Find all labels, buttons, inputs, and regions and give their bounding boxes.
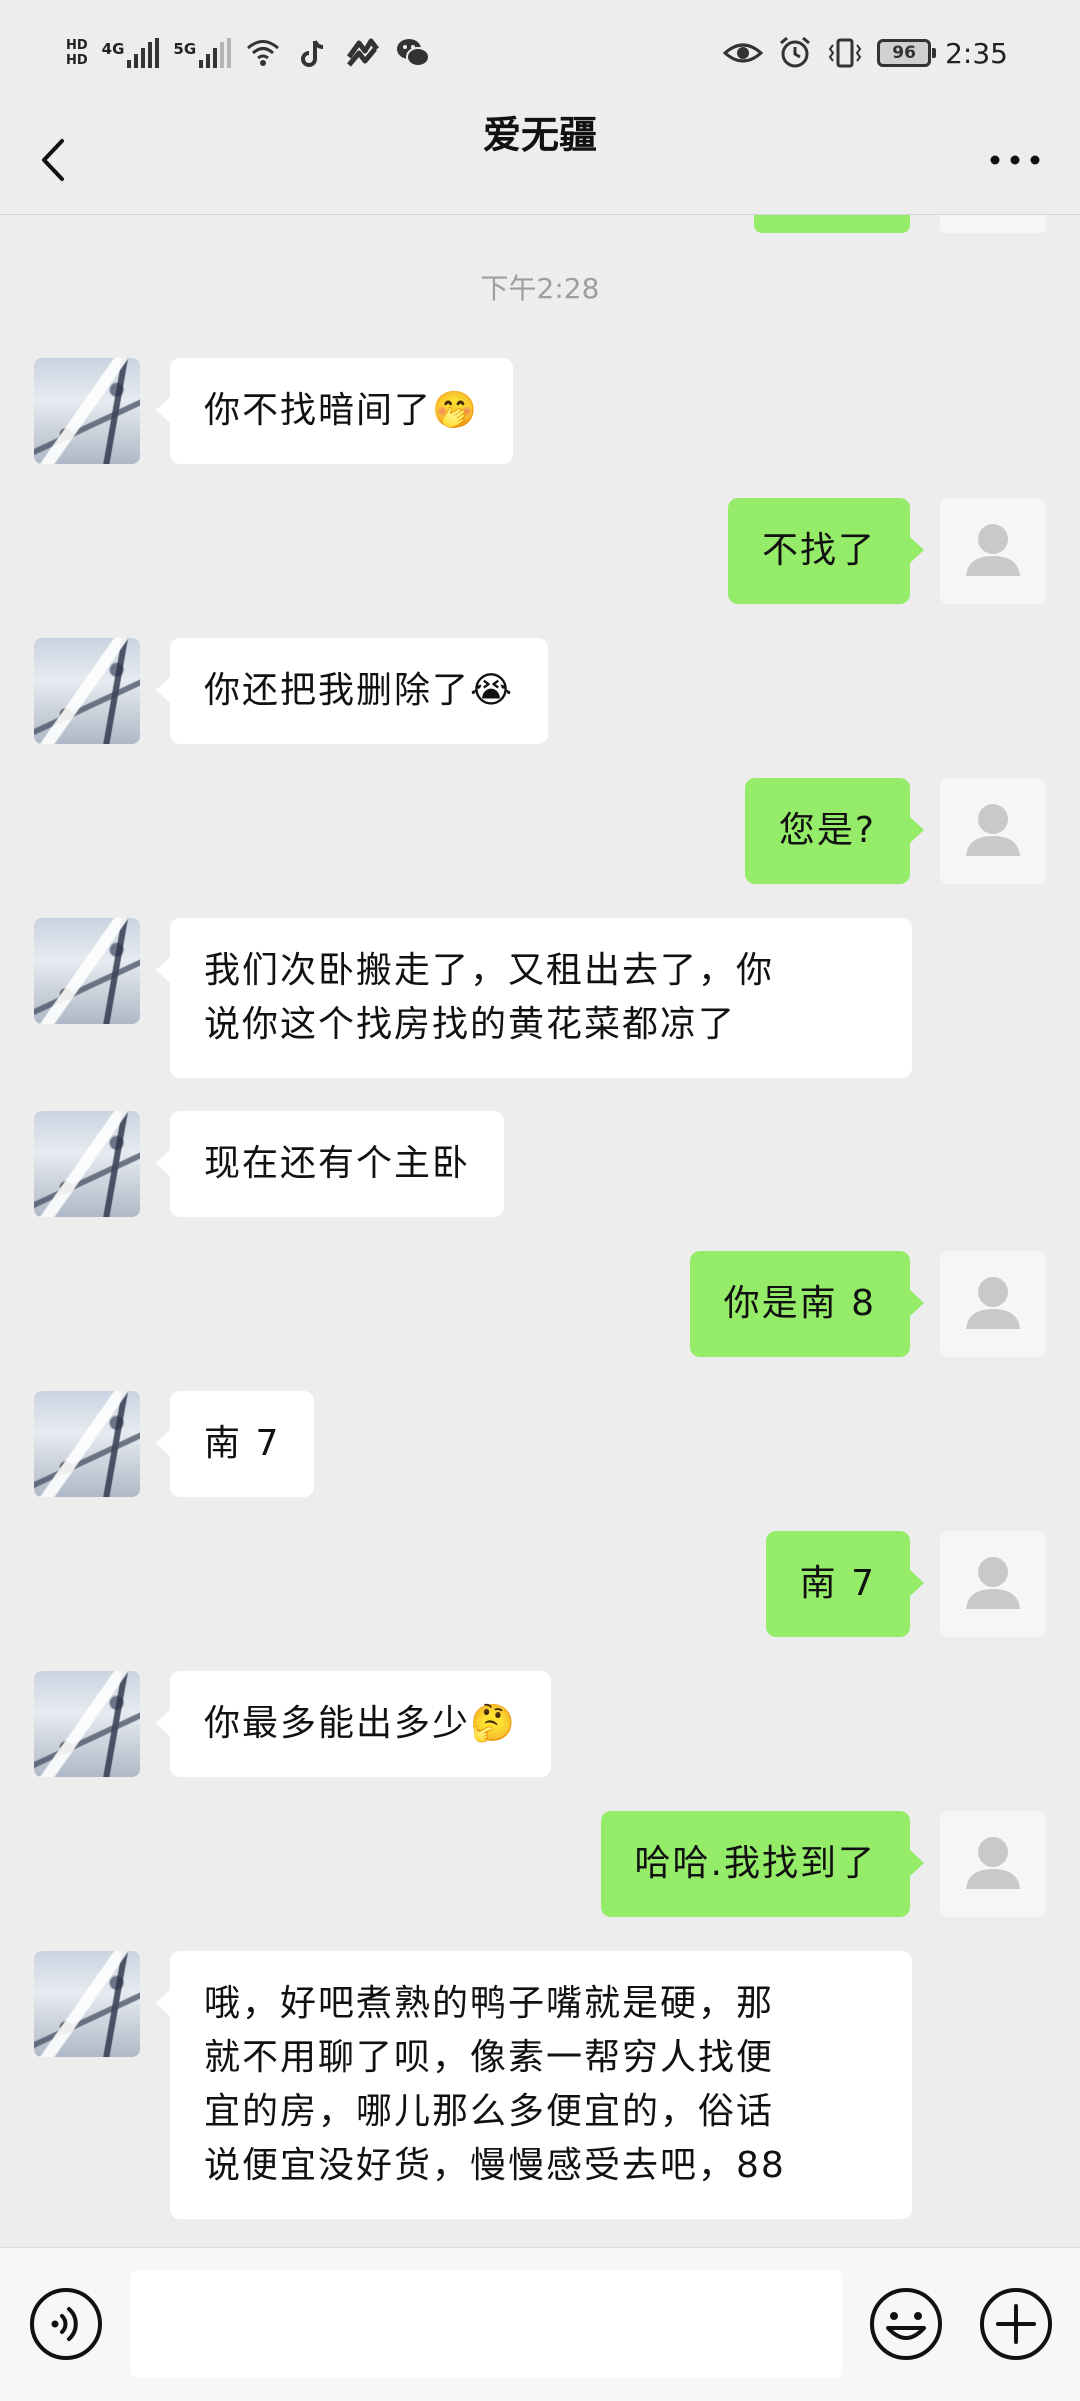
contact-avatar[interactable] [34,358,140,464]
emoji-button[interactable] [868,2286,944,2362]
message-bubble[interactable]: 不找了 [727,498,925,604]
my-avatar[interactable] [940,498,1046,604]
default-avatar-icon [966,804,1020,856]
message-input[interactable] [130,2270,842,2378]
battery-icon: 96 [877,39,937,67]
chat-input-bar [0,2247,1080,2401]
app-notification-icon [347,38,380,67]
message-bubble[interactable]: 南 7 [155,1391,315,1497]
voice-icon [30,2288,102,2360]
my-avatar[interactable] [940,1531,1046,1637]
avatar-partial [940,215,1046,233]
more-functions-button[interactable] [978,2286,1054,2362]
signal-5g: 5G [173,38,232,68]
hd-top-label: HD [66,38,88,53]
status-bar: HD HD 4G 5G 96 2:35 [0,0,1080,104]
message-bubble[interactable]: 你最多能出多少🤔 [156,1671,551,1777]
contact-avatar[interactable] [34,918,140,1024]
message-list[interactable]: 下午2:28 你不找暗间了🤭 不找了 你还把我删除了😭 您是? 我们次卧搬走了，… [0,215,1080,2247]
message-line: 宜的房，哪儿那么多便宜的，俗话 [204,2091,775,2132]
chat-title: 爱无疆 [482,113,597,157]
plus-icon [980,2288,1052,2360]
tiktok-icon [301,40,324,67]
hd-indicator: HD HD [66,38,88,68]
net1-label: 4G [101,40,125,58]
battery-level: 96 [892,43,916,63]
vibrate-icon [828,38,862,68]
message-line: 说便宜没好货，慢慢感受去吧，88 [204,2145,786,2186]
wifi-icon [247,40,280,66]
message-bubble[interactable]: 您是? [744,778,925,884]
status-bar-right: 96 2:35 [723,30,1008,76]
message-bubble[interactable]: 你还把我删除了😭 [155,638,549,744]
contact-avatar[interactable] [34,1671,140,1777]
my-avatar[interactable] [940,778,1046,884]
hd-bottom-label: HD [66,53,88,68]
more-button[interactable] [980,132,1050,188]
chat-header: 爱无疆 [0,104,1080,215]
message-bubble-partial [754,215,910,233]
status-time: 2:35 [945,36,1008,70]
contact-avatar[interactable] [34,1111,140,1217]
default-avatar-icon [966,1837,1020,1889]
message-line: 哦，好吧煮熟的鸭子嘴就是硬，那 [204,1983,775,2024]
message-bubble[interactable]: 你不找暗间了🤭 [156,358,513,464]
signal-bars-icon [127,38,160,68]
my-avatar[interactable] [940,1251,1046,1357]
contact-avatar[interactable] [34,1391,140,1497]
signal-4g: 4G [102,38,160,68]
more-dots-icon [990,155,1040,165]
message-bubble[interactable]: 我们次卧搬走了，又租出去了，你 说你这个找房找的黄花菜都凉了 [156,918,912,1078]
eye-icon [723,43,764,63]
emoji-icon [870,2288,942,2360]
message-line: 我们次卧搬走了，又租出去了，你 [204,950,775,991]
my-avatar[interactable] [940,1811,1046,1917]
default-avatar-icon [966,1277,1020,1329]
message-bubble[interactable]: 你是南 8 [689,1251,925,1357]
contact-avatar[interactable] [34,638,140,744]
message-line: 就不用聊了呗，像素一帮穷人找便 [204,2037,775,2078]
wechat-icon [397,39,431,67]
voice-button[interactable] [28,2286,104,2362]
contact-avatar[interactable] [34,1951,140,2057]
net2-label: 5G [173,40,197,58]
default-avatar-icon [966,1557,1020,1609]
message-timestamp: 下午2:28 [480,272,600,305]
status-bar-left: HD HD 4G 5G [66,28,431,78]
message-line: 说你这个找房找的黄花菜都凉了 [204,1004,737,1045]
alarm-icon [780,36,811,68]
default-avatar-icon [966,524,1020,576]
message-bubble[interactable]: 现在还有个主卧 [155,1111,505,1217]
signal-bars-icon [199,38,232,68]
message-bubble[interactable]: 哈哈.我找到了 [600,1811,925,1917]
message-bubble[interactable]: 哦，好吧煮熟的鸭子嘴就是硬，那 就不用聊了呗，像素一帮穷人找便 宜的房，哪儿那么… [156,1951,912,2219]
message-bubble[interactable]: 南 7 [765,1531,925,1637]
